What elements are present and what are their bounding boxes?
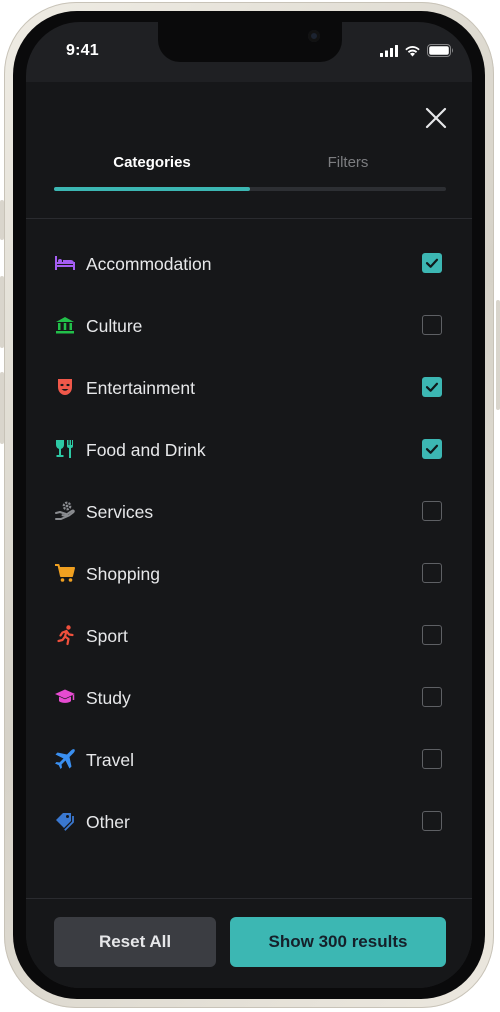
filter-sheet: Categories Filters Accommodation Culture… bbox=[26, 82, 472, 988]
signal-icon bbox=[380, 44, 398, 57]
category-checkbox[interactable] bbox=[422, 253, 442, 273]
category-row-other[interactable]: Other bbox=[26, 791, 472, 853]
theater-mask-icon bbox=[58, 379, 72, 395]
category-checkbox[interactable] bbox=[422, 377, 442, 397]
phone-volume-down-button bbox=[0, 372, 4, 444]
battery-icon bbox=[427, 44, 453, 57]
museum-icon bbox=[56, 317, 74, 334]
category-row-culture[interactable]: Culture bbox=[26, 295, 472, 357]
reset-all-button[interactable]: Reset All bbox=[54, 917, 216, 967]
tags-icon bbox=[56, 813, 74, 831]
status-bar: 9:41 bbox=[26, 22, 472, 82]
graduation-cap-icon bbox=[55, 689, 75, 703]
airplane-icon bbox=[55, 749, 75, 769]
wifi-icon bbox=[405, 45, 420, 56]
category-checkbox[interactable] bbox=[422, 625, 442, 645]
category-label: Culture bbox=[86, 315, 143, 336]
phone-side-button bbox=[0, 200, 4, 240]
category-label: Food and Drink bbox=[86, 439, 206, 460]
divider bbox=[26, 218, 472, 219]
tab-track bbox=[54, 187, 446, 191]
category-list: Accommodation Culture Entertainment Food… bbox=[26, 233, 472, 853]
category-label: Other bbox=[86, 811, 130, 832]
show-results-button[interactable]: Show 300 results bbox=[230, 917, 446, 967]
notch bbox=[158, 22, 342, 62]
status-icons bbox=[380, 44, 454, 57]
divider bbox=[26, 898, 472, 899]
category-label: Study bbox=[86, 687, 131, 708]
status-time: 9:41 bbox=[66, 42, 99, 59]
category-checkbox[interactable] bbox=[422, 563, 442, 583]
category-label: Entertainment bbox=[86, 377, 195, 398]
checkmark-icon bbox=[425, 382, 439, 392]
runner-icon bbox=[57, 625, 74, 646]
category-checkbox[interactable] bbox=[422, 811, 442, 831]
category-checkbox[interactable] bbox=[422, 749, 442, 769]
category-label: Accommodation bbox=[86, 253, 212, 274]
category-label: Sport bbox=[86, 625, 128, 646]
category-checkbox[interactable] bbox=[422, 439, 442, 459]
phone-volume-up-button bbox=[0, 276, 4, 348]
category-row-sport[interactable]: Sport bbox=[26, 605, 472, 667]
category-label: Services bbox=[86, 501, 154, 522]
bed-icon bbox=[55, 256, 75, 270]
category-row-shopping[interactable]: Shopping bbox=[26, 543, 472, 605]
wine-fork-icon bbox=[56, 440, 73, 458]
category-row-services[interactable]: Services bbox=[26, 481, 472, 543]
front-camera bbox=[308, 30, 320, 42]
category-row-accommodation[interactable]: Accommodation bbox=[26, 233, 472, 295]
tab-active-indicator bbox=[54, 187, 250, 191]
phone-power-button bbox=[496, 300, 500, 410]
close-icon bbox=[425, 107, 447, 129]
category-checkbox[interactable] bbox=[422, 315, 442, 335]
category-label: Travel bbox=[86, 749, 134, 770]
checkmark-icon bbox=[425, 258, 439, 268]
tab-filters[interactable]: Filters bbox=[250, 154, 446, 171]
cart-icon bbox=[55, 564, 75, 582]
category-checkbox[interactable] bbox=[422, 501, 442, 521]
tab-categories[interactable]: Categories bbox=[54, 154, 250, 171]
category-row-food-and-drink[interactable]: Food and Drink bbox=[26, 419, 472, 481]
hand-gear-icon bbox=[55, 501, 75, 520]
checkmark-icon bbox=[425, 444, 439, 454]
category-row-entertainment[interactable]: Entertainment bbox=[26, 357, 472, 419]
phone-screen: 9:41 Categories Filters Accommodation Cu… bbox=[26, 22, 472, 988]
close-button[interactable] bbox=[424, 106, 448, 130]
category-row-travel[interactable]: Travel bbox=[26, 729, 472, 791]
category-row-study[interactable]: Study bbox=[26, 667, 472, 729]
category-checkbox[interactable] bbox=[422, 687, 442, 707]
category-label: Shopping bbox=[86, 563, 160, 584]
